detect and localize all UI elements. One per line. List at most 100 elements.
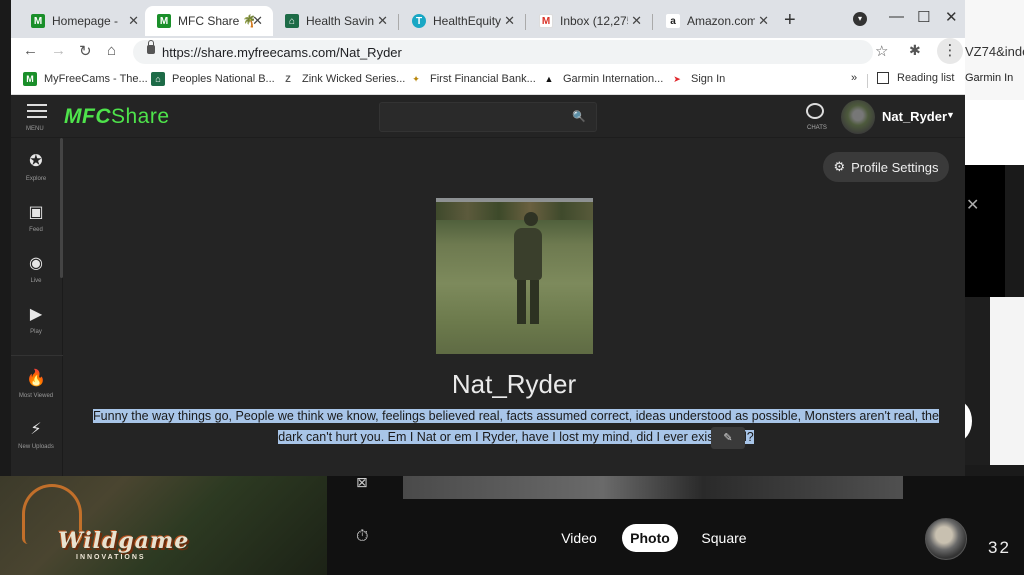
chats-label: CHATS xyxy=(807,125,827,131)
myfreecams-icon: M xyxy=(23,72,37,86)
tab-health-savings[interactable]: ⌂ Health Savings Account ✕ xyxy=(273,6,398,36)
sidebar-item-label: Play xyxy=(30,329,42,335)
more-bookmarks-icon[interactable]: » xyxy=(851,72,857,84)
chats-icon[interactable] xyxy=(806,103,824,119)
sidebar-item-live[interactable]: ◉ Live xyxy=(11,254,61,284)
sidebar-item-play[interactable]: ▶ Play xyxy=(11,305,61,335)
home-icon[interactable]: ⌂ xyxy=(107,42,116,59)
sidebar-item-label: New Uploads xyxy=(18,444,54,450)
camera-counter: 32 xyxy=(988,538,1011,557)
tab-healthequity[interactable]: T HealthEquity Login ✕ xyxy=(400,6,525,36)
logo-share: Share xyxy=(111,105,170,128)
bookmark-myfreecams[interactable]: M MyFreeCams - The... xyxy=(23,72,148,86)
background-close-icon[interactable]: ✕ xyxy=(966,195,979,215)
search-icon[interactable]: 🔍 xyxy=(572,110,586,123)
reading-list-button[interactable]: Reading list xyxy=(877,72,954,84)
bookmark-zink[interactable]: Z Zink Wicked Series... xyxy=(281,72,405,86)
profile-photo[interactable] xyxy=(436,198,593,354)
tab-separator xyxy=(525,14,526,30)
browser-menu-icon[interactable]: ⋮ xyxy=(937,38,963,64)
profile-settings-button[interactable]: ⚙ Profile Settings xyxy=(823,152,949,182)
bookmark-first-financial[interactable]: ✦ First Financial Bank... xyxy=(409,72,536,86)
close-tab-icon[interactable]: ✕ xyxy=(758,13,769,29)
bookmark-label: Peoples National B... xyxy=(172,73,275,85)
close-tab-icon[interactable]: ✕ xyxy=(377,13,388,29)
site-header: MENU MFCShare 🔍 CHATS Nat_Ryder ▼ xyxy=(11,96,965,138)
gallery-thumbnail[interactable] xyxy=(925,518,967,560)
user-avatar[interactable] xyxy=(841,100,875,134)
zink-icon: Z xyxy=(281,72,295,86)
profile-name: Nat_Ryder xyxy=(451,369,577,399)
sign-in-icon: ➤ xyxy=(670,72,684,86)
bookmark-peoples-national[interactable]: ⌂ Peoples National B... xyxy=(151,72,275,86)
background-bookmark: Garmin In xyxy=(965,72,1014,84)
menu-icon[interactable] xyxy=(27,104,47,122)
site-search-input[interactable]: 🔍 xyxy=(379,102,597,132)
compass-icon: ✪ xyxy=(29,153,43,170)
timer-off-icon[interactable]: ⏱ xyxy=(356,528,376,548)
play-icon: ▶ xyxy=(29,306,43,323)
close-tab-icon[interactable]: ✕ xyxy=(128,13,139,29)
close-tab-icon[interactable]: ✕ xyxy=(252,13,263,29)
close-tab-icon[interactable]: ✕ xyxy=(504,13,515,29)
tab-homepage[interactable]: M Homepage - MyFreeCams ✕ xyxy=(19,6,149,36)
url-text[interactable]: https://share.myfreecams.com/Nat_Ryder xyxy=(162,45,402,60)
tab-title: MFC Share 🌴 xyxy=(178,14,254,28)
mode-photo[interactable]: Photo xyxy=(622,524,678,552)
tab-title: Amazon.com: V xyxy=(687,14,755,28)
reload-icon[interactable]: ↻ xyxy=(79,42,92,60)
background-url-fragment: VZ74&inde xyxy=(965,44,1024,59)
bookmark-label: First Financial Bank... xyxy=(430,73,536,85)
extensions-icon[interactable]: ✱ xyxy=(909,42,921,59)
bookmark-star-icon[interactable]: ☆ xyxy=(875,42,888,60)
bookmark-label: MyFreeCams - The... xyxy=(44,73,148,85)
bookmark-label: Zink Wicked Series... xyxy=(302,73,406,85)
gmail-icon: M xyxy=(539,14,553,28)
mode-square[interactable]: Square xyxy=(700,524,748,552)
tab-amazon[interactable]: a Amazon.com: V ✕ xyxy=(654,6,779,36)
flash-off-icon[interactable]: ⊠ xyxy=(356,474,374,492)
browser-toolbar: ← → ↻ ⌂ https://share.myfreecams.com/Nat… xyxy=(11,38,965,66)
new-tab-button[interactable]: + xyxy=(784,9,796,32)
bookmark-sign-in[interactable]: ➤ Sign In xyxy=(670,72,725,86)
tab-mfc-share[interactable]: M MFC Share 🌴 ✕ xyxy=(145,6,273,36)
bookmarks-divider xyxy=(867,74,868,88)
address-bar[interactable]: https://share.myfreecams.com/Nat_Ryder xyxy=(133,40,873,64)
bookmark-garmin[interactable]: ▲ Garmin Internation... xyxy=(542,72,663,86)
logo-mfc: MFC xyxy=(64,105,111,128)
bank-icon: ⌂ xyxy=(151,72,165,86)
tab-title: Homepage - MyFreeCams xyxy=(52,14,120,28)
chevron-down-icon[interactable]: ▼ xyxy=(946,110,955,120)
sidebar-item-label: Feed xyxy=(29,227,43,233)
maximize-icon[interactable]: ☐ xyxy=(917,8,930,26)
header-username[interactable]: Nat_Ryder xyxy=(882,109,947,124)
bookmark-label: Sign In xyxy=(691,73,726,85)
sidebar-divider xyxy=(11,355,63,356)
back-icon[interactable]: ← xyxy=(23,42,38,59)
tab-search-icon[interactable]: ▾ xyxy=(853,12,867,26)
myfreecams-icon: M xyxy=(31,14,45,28)
sidebar-item-label: Live xyxy=(30,278,42,284)
mode-video[interactable]: Video xyxy=(556,524,602,552)
sidebar-item-explore[interactable]: ✪ Explore xyxy=(11,152,61,182)
bookmark-label: Garmin Internation... xyxy=(563,73,664,85)
tab-separator xyxy=(398,14,399,30)
amazon-icon: a xyxy=(666,14,680,28)
window-close-icon[interactable]: ✕ xyxy=(945,8,958,26)
sidebar-item-new-uploads[interactable]: ⚡ New Uploads xyxy=(11,420,61,450)
background-light-panel xyxy=(990,297,1024,465)
mfc-share-logo[interactable]: MFCShare xyxy=(64,105,170,129)
minimize-icon[interactable]: — xyxy=(889,8,904,25)
lock-icon[interactable] xyxy=(147,40,155,54)
sidebar-item-label: Explore xyxy=(25,176,47,182)
feed-icon: ▣ xyxy=(28,204,44,221)
forward-icon[interactable]: → xyxy=(51,42,66,59)
tab-inbox[interactable]: M Inbox (12,275) ✕ xyxy=(527,6,652,36)
reading-list-icon xyxy=(877,72,889,84)
profile-bio-text: Funny the way things go, People we think… xyxy=(93,409,939,444)
sidebar-item-feed[interactable]: ▣ Feed xyxy=(11,203,61,233)
desktop-wallpaper: Wildgame INNOVATIONS xyxy=(0,476,327,575)
close-tab-icon[interactable]: ✕ xyxy=(631,13,642,29)
sidebar-item-most-viewed[interactable]: 🔥 Most Viewed xyxy=(11,369,61,399)
edit-bio-button[interactable]: ✎ xyxy=(711,427,745,449)
